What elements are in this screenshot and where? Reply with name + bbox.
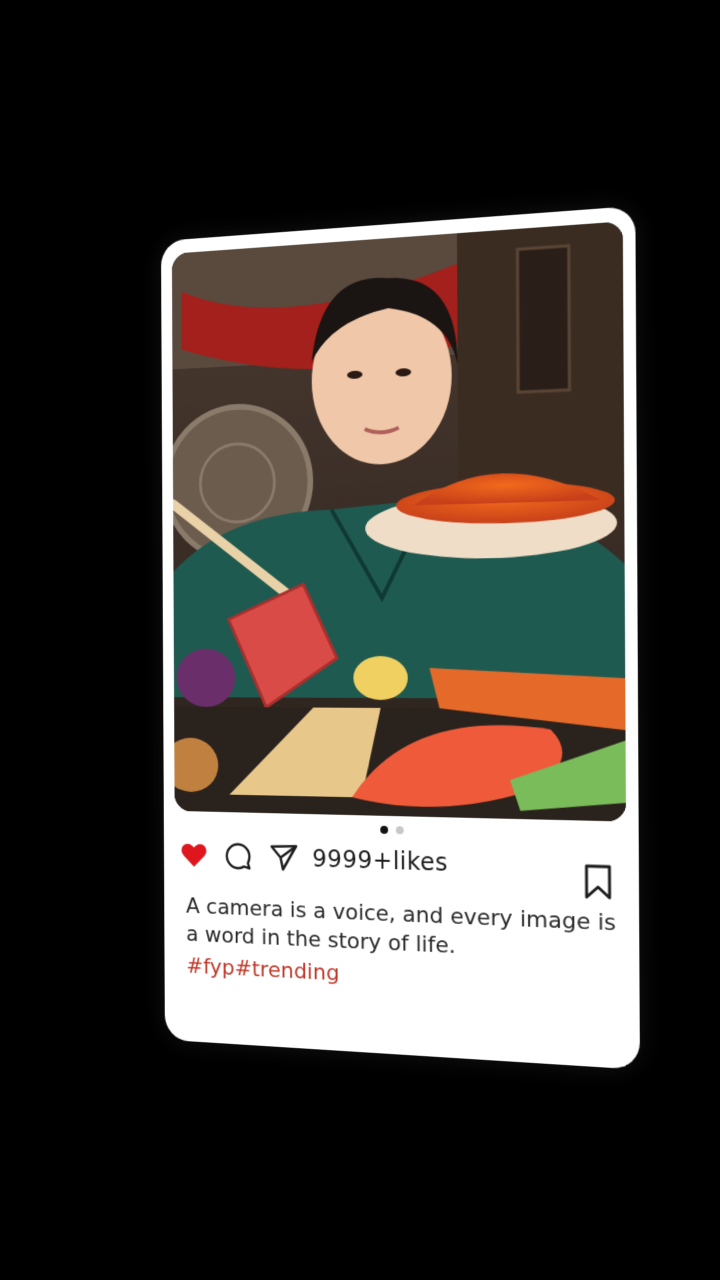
post-photo[interactable] [172, 221, 626, 821]
bookmark-icon[interactable] [582, 862, 614, 902]
post-actions: 9999+likes [178, 832, 613, 892]
screen: 9999+likes A camera is a voice, and ever… [0, 0, 720, 1280]
paper-plane-icon[interactable] [267, 840, 301, 876]
carousel-dot-active[interactable] [380, 826, 388, 834]
post-card: 9999+likes A camera is a voice, and ever… [161, 206, 640, 1070]
heart-icon[interactable] [178, 838, 209, 872]
comment-icon[interactable] [222, 839, 254, 873]
carousel-dot[interactable] [396, 826, 404, 834]
food-photo-illustration [172, 221, 626, 821]
likes-count[interactable]: 9999+likes [312, 845, 448, 877]
post-hashtags[interactable]: #fyp#trending [186, 954, 339, 986]
